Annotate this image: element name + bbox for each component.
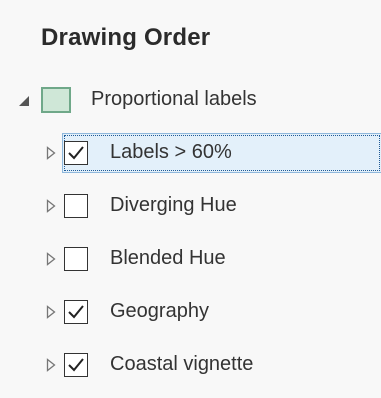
layer-label: Labels > 60%: [110, 141, 232, 163]
layer-row[interactable]: Blended Hue: [0, 239, 381, 279]
map-label: Proportional labels: [91, 88, 257, 110]
layer-label: Geography: [110, 300, 209, 322]
expand-triangle-icon[interactable]: [44, 305, 58, 319]
visibility-checkbox[interactable]: [64, 141, 88, 165]
visibility-checkbox[interactable]: [64, 300, 88, 324]
visibility-checkbox[interactable]: [64, 194, 88, 218]
expand-triangle-icon[interactable]: [44, 146, 58, 160]
layer-label: Blended Hue: [110, 247, 226, 269]
expand-triangle-icon[interactable]: [44, 358, 58, 372]
visibility-checkbox[interactable]: [64, 353, 88, 377]
layer-row[interactable]: Labels > 60%: [0, 133, 381, 173]
panel-title: Drawing Order: [41, 24, 211, 51]
expand-triangle-icon[interactable]: [44, 252, 58, 266]
collapse-triangle-icon[interactable]: [18, 94, 32, 108]
map-icon: [41, 87, 71, 113]
visibility-checkbox[interactable]: [64, 247, 88, 271]
layer-row[interactable]: Coastal vignette: [0, 345, 381, 385]
layer-row[interactable]: Diverging Hue: [0, 186, 381, 226]
contents-pane: Drawing Order Proportional labels Labels…: [0, 0, 381, 398]
map-row[interactable]: Proportional labels: [0, 80, 381, 120]
layer-label: Diverging Hue: [110, 194, 237, 216]
expand-triangle-icon[interactable]: [44, 199, 58, 213]
layer-label: Coastal vignette: [110, 353, 254, 375]
layer-row[interactable]: Geography: [0, 292, 381, 332]
